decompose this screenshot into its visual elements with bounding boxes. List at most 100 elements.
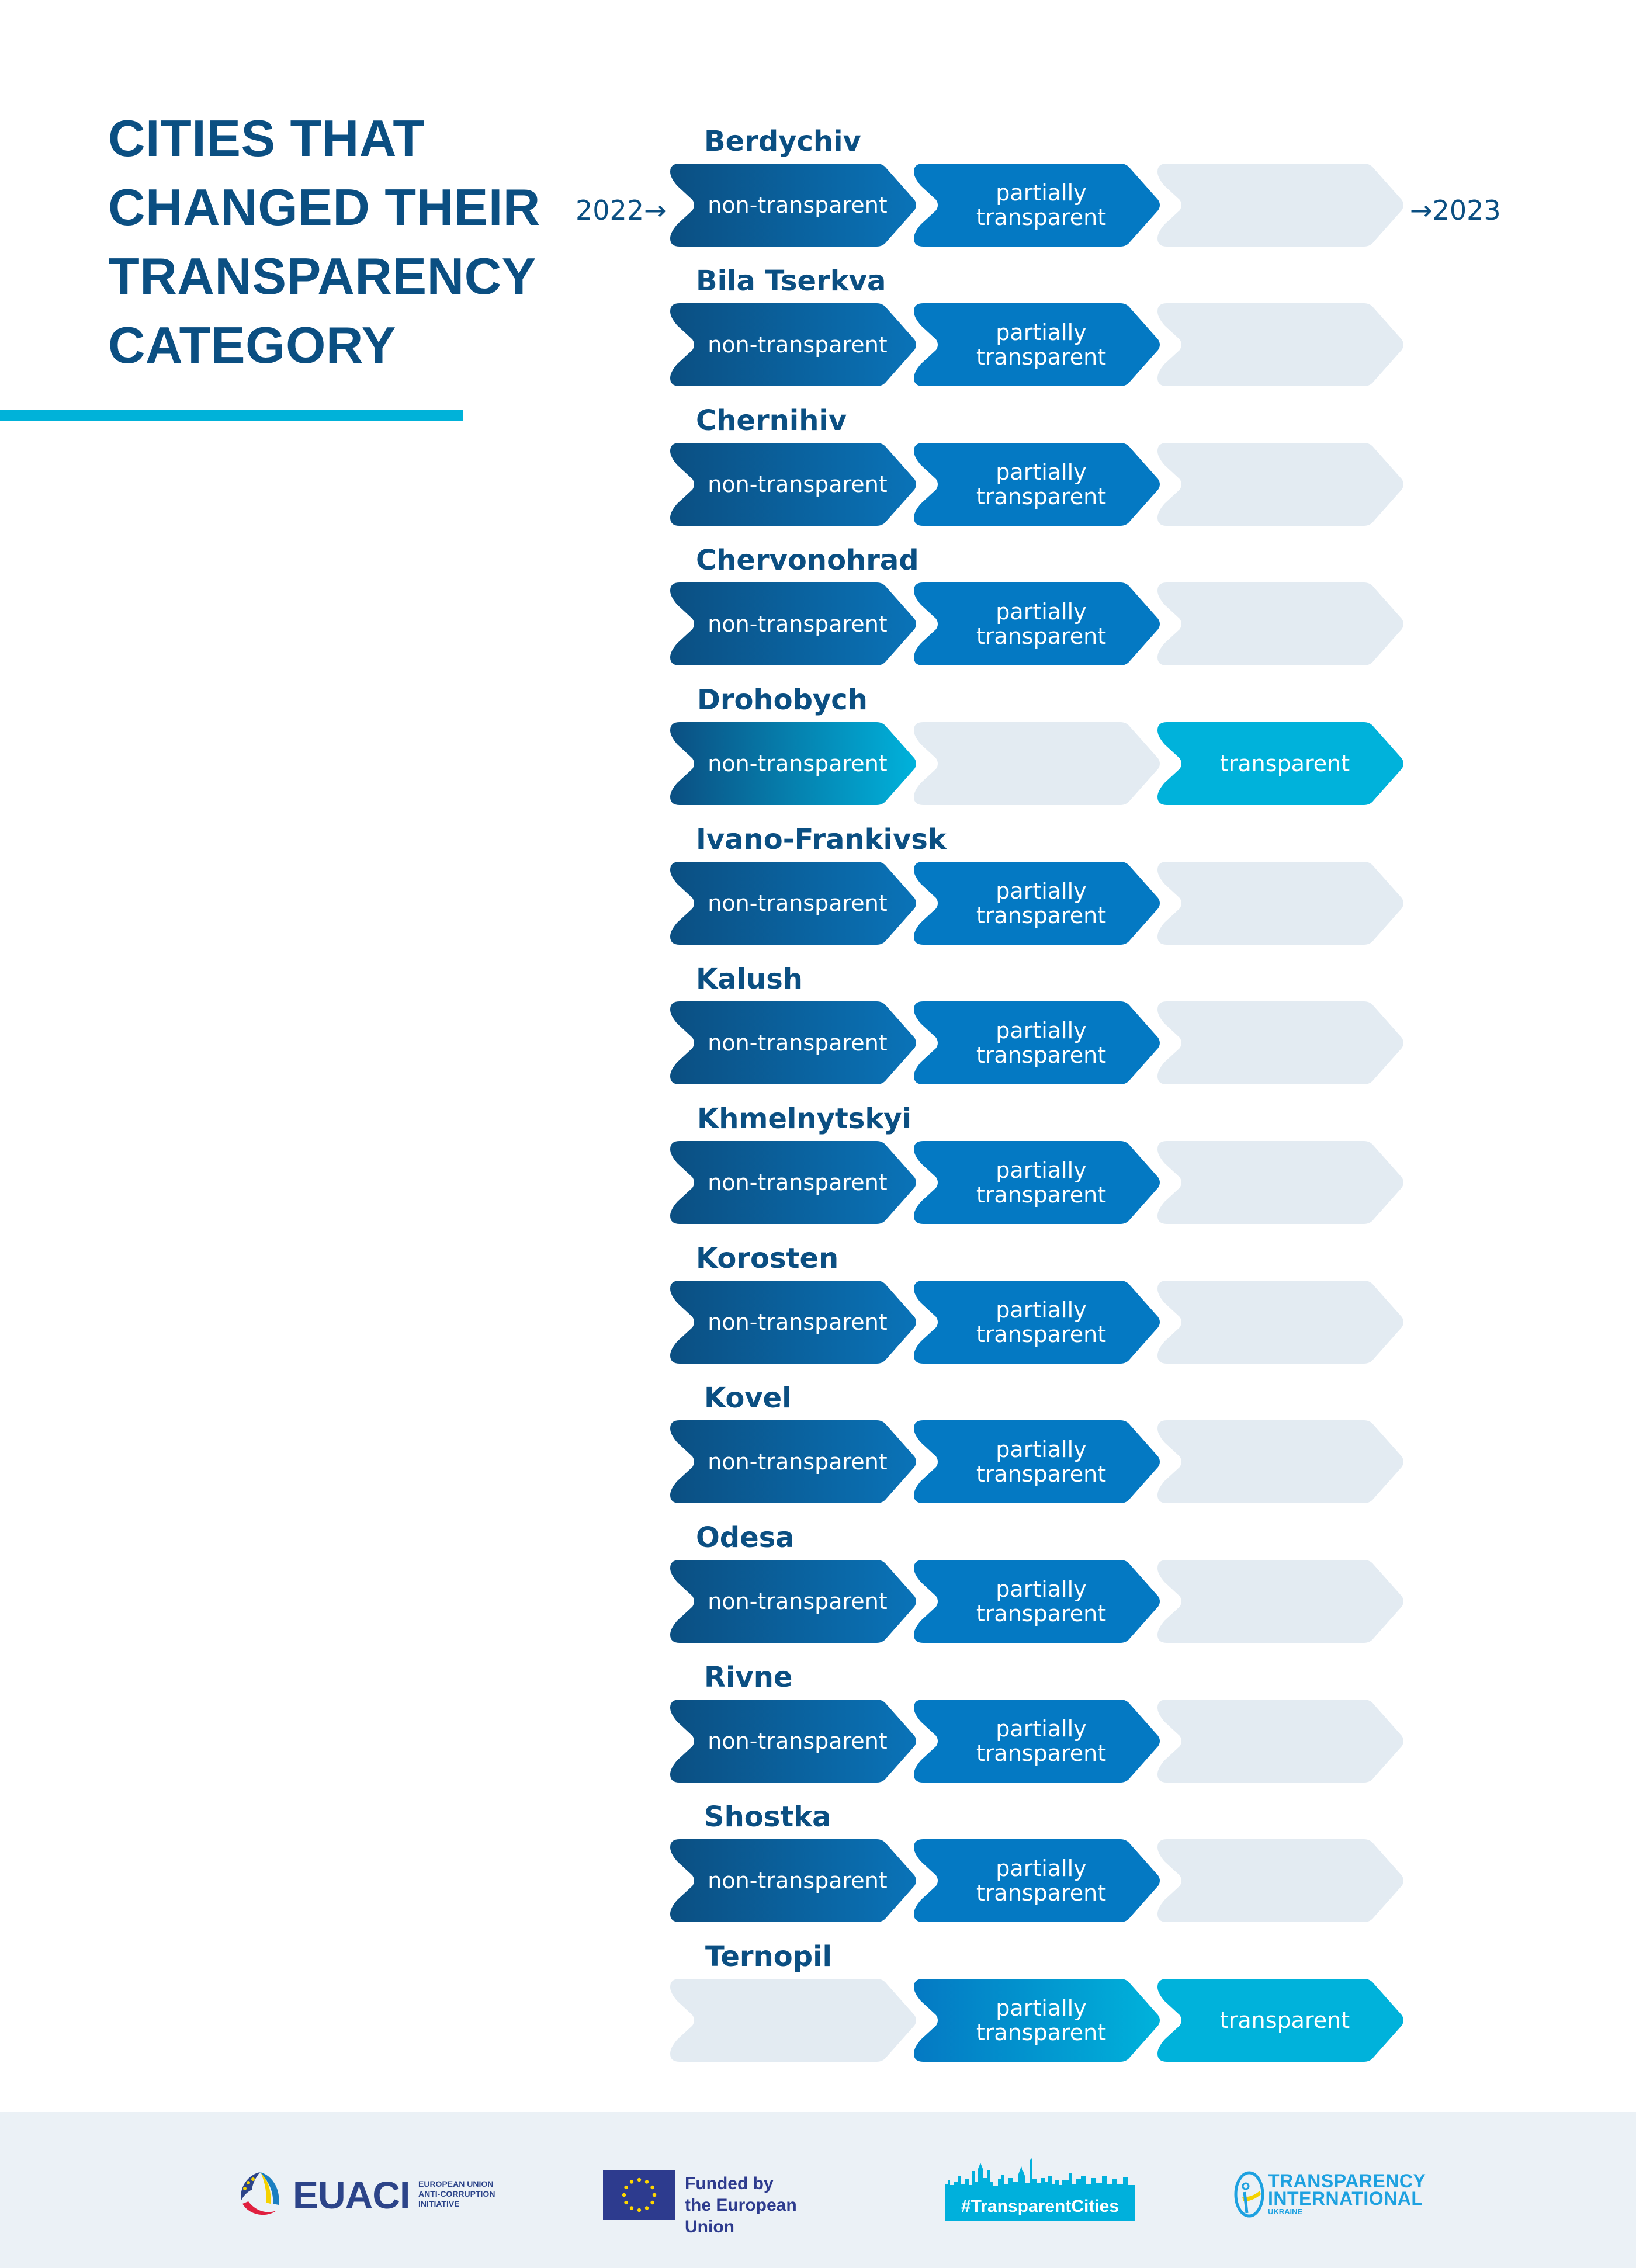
category-text-line: partially — [996, 1856, 1087, 1881]
category-text-line: transparent — [976, 344, 1107, 370]
city-name: Chervonohrad — [696, 544, 919, 577]
category-text: partially transparent — [976, 1437, 1106, 1486]
category-text: partially transparent — [976, 1577, 1106, 1626]
city-name: Chernihiv — [696, 404, 847, 437]
category-text-line: transparent — [976, 1740, 1107, 1766]
category-text: partially transparent — [976, 1996, 1106, 2045]
category-text: partially transparent — [976, 879, 1106, 928]
category-chevron-empty — [1156, 1281, 1405, 1364]
category-text: non-transparent — [708, 1589, 888, 1614]
city-row: Khmelnytskyi non-transparent partially tran… — [669, 1105, 1405, 1224]
category-text-line: transparent — [976, 623, 1107, 649]
category-chevron-partial: partially transparent — [913, 862, 1162, 945]
category-text: partially transparent — [976, 1158, 1106, 1207]
city-row: Korosten non-transparent partially transpar… — [669, 1244, 1405, 1364]
category-chevron-partial: partially transparent — [913, 1141, 1162, 1224]
category-text-line: partially — [996, 878, 1087, 904]
category-label: non-transparent — [669, 582, 918, 665]
category-text-line: partially — [996, 320, 1087, 345]
category-chevron-partial: partially transparent — [913, 1001, 1162, 1084]
transparent-cities-logo: #TransparentCities — [945, 2158, 1135, 2221]
category-label: transparent — [1156, 1979, 1405, 2062]
category-text-line: transparent — [976, 1042, 1107, 1068]
city-row: Shostka non-transparent partially transpare… — [669, 1803, 1405, 1922]
euaci-emblem-icon — [241, 2172, 279, 2215]
category-text: non-transparent — [708, 751, 888, 776]
city-row: Kovel non-transparent partially transparent — [669, 1384, 1405, 1503]
category-text-line: transparent — [976, 1461, 1107, 1487]
category-text: non-transparent — [708, 471, 888, 497]
city-name: Odesa — [696, 1521, 795, 1554]
category-label: non-transparent — [669, 1700, 918, 1783]
category-text: partially transparent — [976, 1018, 1106, 1067]
eu-star-icon — [629, 2180, 634, 2184]
eu-flag-icon — [603, 2170, 675, 2220]
ti-wordmark: TRANSPARENCY INTERNATIONAL UKRAINE — [1268, 2172, 1426, 2217]
category-text: partially transparent — [976, 1298, 1106, 1347]
euaci-sub-line: ANTI-CORRUPTION — [418, 2189, 495, 2198]
category-chevron-empty — [1156, 164, 1405, 247]
ti-figure-icon — [1234, 2171, 1264, 2218]
category-text: non-transparent — [708, 192, 888, 218]
city-name: Berdychiv — [704, 125, 861, 158]
category-text: non-transparent — [708, 611, 888, 637]
category-label: non-transparent — [669, 1560, 918, 1643]
category-text-line: partially — [996, 1018, 1087, 1043]
category-label: partially transparent — [913, 443, 1162, 526]
euaci-sub-line: INITIATIVE — [418, 2199, 460, 2208]
end-year: 2023 — [1432, 195, 1501, 226]
city-name: Shostka — [704, 1801, 831, 1833]
category-text: non-transparent — [708, 1030, 888, 1056]
euaci-sub-line: EUROPEAN UNION — [418, 2179, 494, 2189]
start-year: 2022 — [576, 195, 644, 226]
category-label — [1156, 1001, 1405, 1084]
ti-line: INTERNATIONAL — [1268, 2188, 1423, 2209]
category-label — [1156, 1281, 1405, 1364]
category-chevron-empty — [1156, 1700, 1405, 1783]
category-chevron-partial: partially transparent — [913, 582, 1162, 665]
category-chevron-partial-fade: partially transparent — [913, 1979, 1162, 2062]
category-text-line: partially — [996, 459, 1087, 485]
category-label — [1156, 1560, 1405, 1643]
eu-star-icon — [637, 2208, 642, 2212]
arrow-right-icon: → — [644, 195, 667, 226]
category-text-line: transparent — [976, 484, 1107, 509]
category-label — [1156, 582, 1405, 665]
category-text: transparent — [1219, 2007, 1350, 2033]
city-name: Rivne — [704, 1661, 793, 1694]
category-text: non-transparent — [708, 1309, 888, 1335]
arrow-right-icon: → — [1410, 195, 1433, 226]
category-text-line: transparent — [976, 2020, 1107, 2045]
category-chevron-non: non-transparent — [669, 1839, 918, 1922]
category-label: non-transparent — [669, 862, 918, 945]
category-chevron-transparent: transparent — [1156, 722, 1405, 805]
category-chevron-transparent: transparent — [1156, 1979, 1405, 2062]
city-row: Bila Tserkva non-transparent partially tran… — [669, 267, 1405, 386]
category-chevron-non-fade: non-transparent — [669, 722, 918, 805]
category-label: partially transparent — [913, 1420, 1162, 1503]
category-label: non-transparent — [669, 303, 918, 386]
category-chevron-empty — [1156, 1560, 1405, 1643]
category-label: partially transparent — [913, 303, 1162, 386]
category-chevron-non: non-transparent — [669, 1141, 918, 1224]
category-chevron-partial: partially transparent — [913, 1839, 1162, 1922]
city-row: Drohobych non-transparent transparent — [669, 686, 1405, 805]
category-label: non-transparent — [669, 1420, 918, 1503]
city-row: Berdychiv non-transparent partially transpa… — [669, 127, 1405, 247]
category-chevron-empty — [1156, 1001, 1405, 1084]
eu-star-icon — [629, 2206, 634, 2210]
category-label — [1156, 443, 1405, 526]
city-name: Khmelnytskyi — [697, 1102, 912, 1135]
category-label: non-transparent — [669, 164, 918, 247]
category-text-line: partially — [996, 1995, 1087, 2021]
category-label: non-transparent — [669, 1141, 918, 1224]
title-underline — [0, 410, 463, 421]
category-chevron-empty — [1156, 303, 1405, 386]
category-chevron-empty — [1156, 582, 1405, 665]
category-chevron-non: non-transparent — [669, 1560, 918, 1643]
category-label: non-transparent — [669, 722, 918, 805]
eu-text-line: the European Union — [685, 2196, 797, 2236]
transparency-international-logo: TRANSPARENCY INTERNATIONAL UKRAINE — [1234, 2171, 1444, 2218]
category-chevron-non: non-transparent — [669, 303, 918, 386]
transparent-cities-hashtag: #TransparentCities — [945, 2192, 1135, 2221]
